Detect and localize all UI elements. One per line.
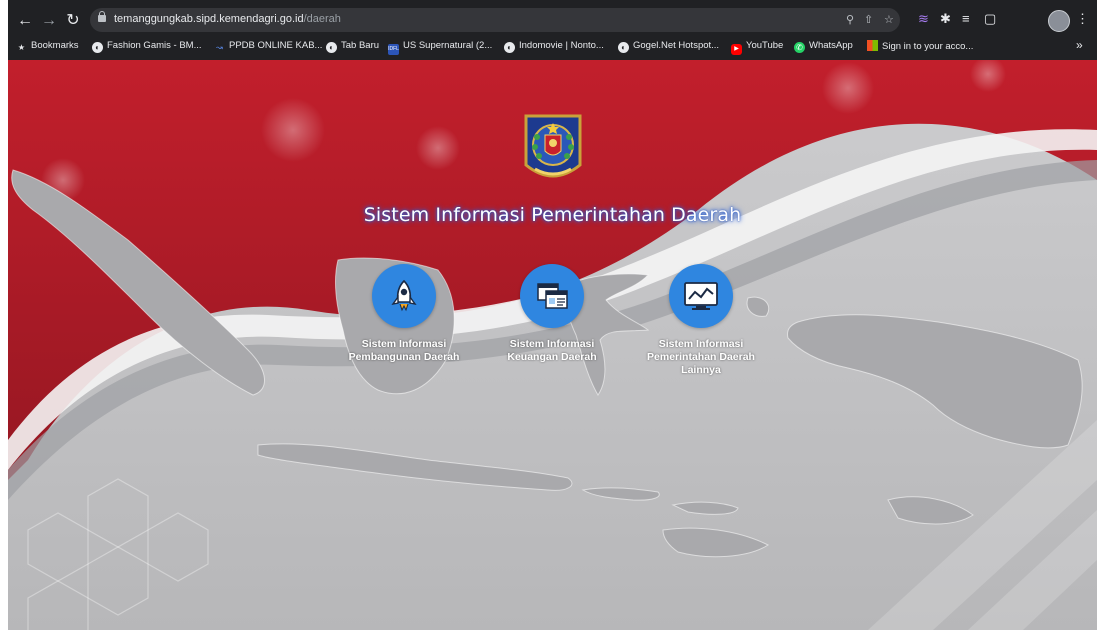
- globe-icon: ◐: [92, 42, 103, 53]
- extension-icon[interactable]: ≋: [918, 11, 929, 27]
- menu-item-label[interactable]: Sistem Informasi Keuangan Daerah: [487, 338, 617, 364]
- more-bookmarks-chevron[interactable]: »: [1076, 38, 1083, 52]
- menu-item-label[interactable]: Sistem Informasi Pembangunan Daerah: [339, 338, 469, 364]
- bookmark-item-fashion-gamis[interactable]: ◐ Fashion Gamis - BM...: [92, 40, 202, 53]
- menu-item-pembangunan-daerah[interactable]: Sistem Informasi Pembangunan Daerah: [339, 264, 469, 364]
- back-arrow-icon[interactable]: ←: [14, 10, 36, 32]
- bookmark-item-gogel[interactable]: ◐ Gogel.Net Hotspot...: [618, 40, 719, 53]
- menu-item-pemerintahan-daerah-lainnya[interactable]: Sistem Informasi Pemerintahan Daerah Lai…: [636, 264, 766, 377]
- bookmark-item-ppdb[interactable]: ↝ PPDB ONLINE KAB...: [214, 40, 322, 53]
- url-text[interactable]: temanggungkab.sipd.kemendagri.go.id/daer…: [114, 13, 341, 25]
- menu-icon-circle[interactable]: [669, 264, 733, 328]
- page-title: Sistem Informasi Pemerintahan Daerah: [363, 204, 742, 226]
- menu-icon-circle[interactable]: [520, 264, 584, 328]
- bookmark-item-indomovie[interactable]: ◐ Indomovie | Nonto...: [504, 40, 604, 53]
- reload-icon[interactable]: ↻: [62, 10, 84, 32]
- menu-item-label[interactable]: Sistem Informasi Pemerintahan Daerah Lai…: [636, 338, 766, 377]
- menu-item-keuangan-daerah[interactable]: Sistem Informasi Keuangan Daerah: [487, 264, 617, 364]
- reading-list-icon[interactable]: ≡: [962, 11, 970, 26]
- bookmark-item-microsoft[interactable]: Sign in to your acco...: [867, 40, 973, 52]
- microsoft-icon: [867, 40, 878, 51]
- kemendagri-emblem-logo: [523, 113, 583, 196]
- forward-arrow-icon[interactable]: →: [38, 10, 60, 32]
- ppdb-icon: ↝: [216, 43, 223, 52]
- side-panel-icon[interactable]: ▢: [984, 11, 996, 27]
- page-content: Sistem Informasi Pemerintahan Daerah Sis…: [8, 60, 1097, 630]
- globe-icon: ◐: [618, 42, 629, 53]
- star-bookmark-icon[interactable]: ☆: [884, 13, 894, 26]
- monitor-chart-icon: [684, 282, 718, 310]
- idfl-icon: IDFL: [388, 44, 399, 55]
- bookmark-item-bookmarks[interactable]: ★ Bookmarks: [16, 40, 79, 53]
- bookmark-item-tab-baru[interactable]: ◐ Tab Baru: [326, 40, 379, 53]
- menu-kebab-icon[interactable]: ⋮: [1076, 11, 1089, 27]
- youtube-icon: ▶: [731, 44, 742, 55]
- share-icon[interactable]: ⇧: [864, 13, 873, 26]
- address-bar[interactable]: temanggungkab.sipd.kemendagri.go.id/daer…: [90, 8, 900, 32]
- browser-chrome: ← → ↻ temanggungkab.sipd.kemendagri.go.i…: [8, 0, 1097, 60]
- browser-windows-icon: [537, 283, 568, 309]
- whatsapp-icon: ✆: [794, 42, 805, 53]
- puzzle-extensions-icon[interactable]: ✱: [940, 11, 951, 27]
- lock-icon[interactable]: [98, 11, 106, 22]
- star-icon: ★: [17, 43, 26, 52]
- menu-icon-circle[interactable]: [372, 264, 436, 328]
- bookmark-item-whatsapp[interactable]: ✆ WhatsApp: [794, 40, 853, 53]
- globe-icon: ◐: [326, 42, 337, 53]
- globe-icon: ◐: [504, 42, 515, 53]
- bookmarks-bar: ★ Bookmarks ◐ Fashion Gamis - BM... ↝ PPDB …: [8, 38, 1097, 58]
- key-icon[interactable]: ⚲: [846, 13, 854, 26]
- browser-toolbar: ← → ↻ temanggungkab.sipd.kemendagri.go.i…: [8, 8, 1097, 34]
- bookmark-item-youtube[interactable]: ▶ YouTube: [731, 40, 783, 55]
- profile-avatar[interactable]: [1048, 10, 1070, 32]
- bookmark-item-us-supernatural[interactable]: IDFL US Supernatural (2...: [388, 40, 492, 55]
- rocket-icon: [391, 279, 417, 312]
